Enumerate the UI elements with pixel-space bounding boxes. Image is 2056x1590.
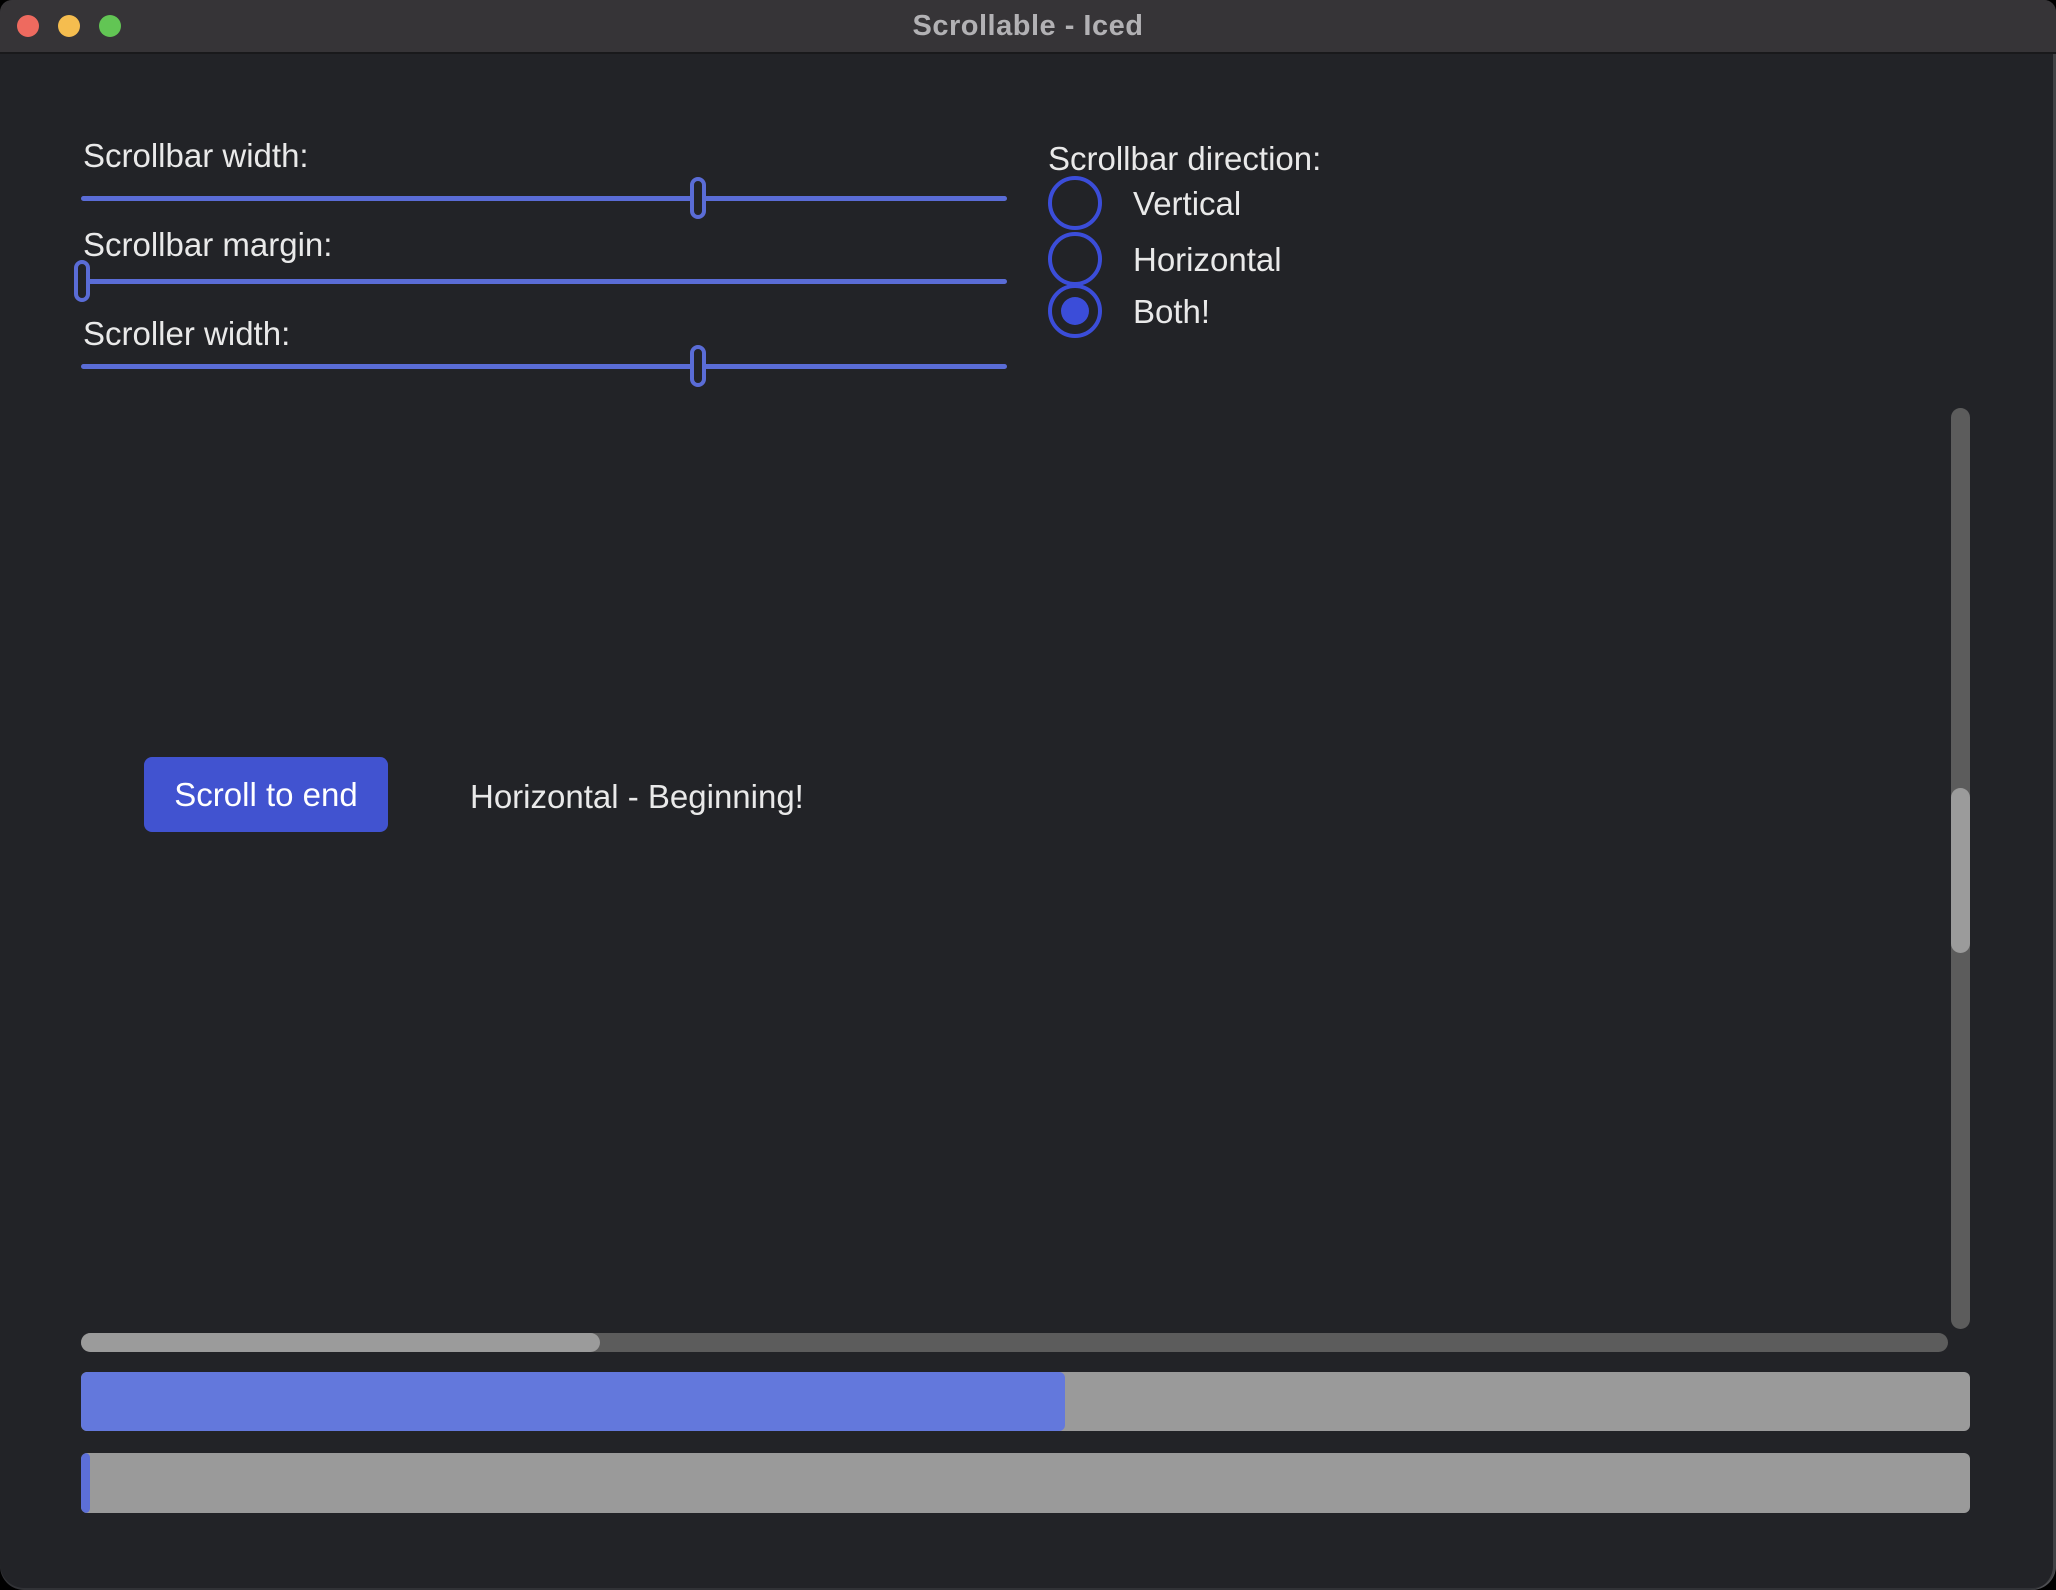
vertical-scrollbar[interactable] bbox=[1951, 408, 1970, 1329]
zoom-button[interactable] bbox=[99, 15, 121, 37]
scrollbar-width-label: Scrollbar width: bbox=[83, 138, 309, 174]
horizontal-scrollbar-thumb[interactable] bbox=[81, 1333, 600, 1352]
horizontal-scrollbar[interactable] bbox=[81, 1333, 1948, 1352]
traffic-lights bbox=[17, 15, 121, 37]
app-window: Scrollable - Iced Scrollbar width: Scrol… bbox=[0, 0, 2056, 1590]
slider-handle[interactable] bbox=[690, 345, 706, 387]
window-title: Scrollable - Iced bbox=[913, 10, 1144, 43]
radio-dot-icon bbox=[1061, 297, 1089, 325]
slider-handle[interactable] bbox=[74, 260, 90, 302]
scroll-to-end-button[interactable]: Scroll to end bbox=[144, 757, 388, 832]
vertical-scroll-progress-bar bbox=[81, 1372, 1970, 1431]
horizontal-scroll-progress-bar bbox=[81, 1453, 1970, 1513]
slider-rail[interactable] bbox=[81, 279, 1007, 284]
close-button[interactable] bbox=[17, 15, 39, 37]
scrollbar-width-slider[interactable] bbox=[81, 177, 1007, 219]
scroll-status-text: Horizontal - Beginning! bbox=[470, 778, 804, 816]
radio-both-label[interactable]: Both! bbox=[1133, 293, 1210, 331]
scrollbar-margin-slider[interactable] bbox=[81, 260, 1007, 302]
titlebar: Scrollable - Iced bbox=[0, 0, 2056, 54]
progress-fill bbox=[81, 1453, 90, 1513]
radio-circle-icon[interactable] bbox=[1048, 284, 1102, 338]
radio-vertical-label[interactable]: Vertical bbox=[1133, 185, 1241, 223]
scrollbar-margin-label: Scrollbar margin: bbox=[83, 227, 332, 263]
slider-rail[interactable] bbox=[81, 364, 1007, 369]
vertical-scrollbar-thumb[interactable] bbox=[1951, 788, 1970, 953]
radio-horizontal-label[interactable]: Horizontal bbox=[1133, 241, 1282, 279]
radio-circle-icon[interactable] bbox=[1048, 232, 1102, 286]
scroller-width-slider[interactable] bbox=[81, 345, 1007, 387]
scrollbar-direction-label: Scrollbar direction: bbox=[1048, 141, 1321, 177]
radio-circle-icon[interactable] bbox=[1048, 176, 1102, 230]
slider-handle[interactable] bbox=[690, 177, 706, 219]
progress-fill bbox=[81, 1372, 1065, 1431]
minimize-button[interactable] bbox=[58, 15, 80, 37]
slider-rail[interactable] bbox=[81, 196, 1007, 201]
